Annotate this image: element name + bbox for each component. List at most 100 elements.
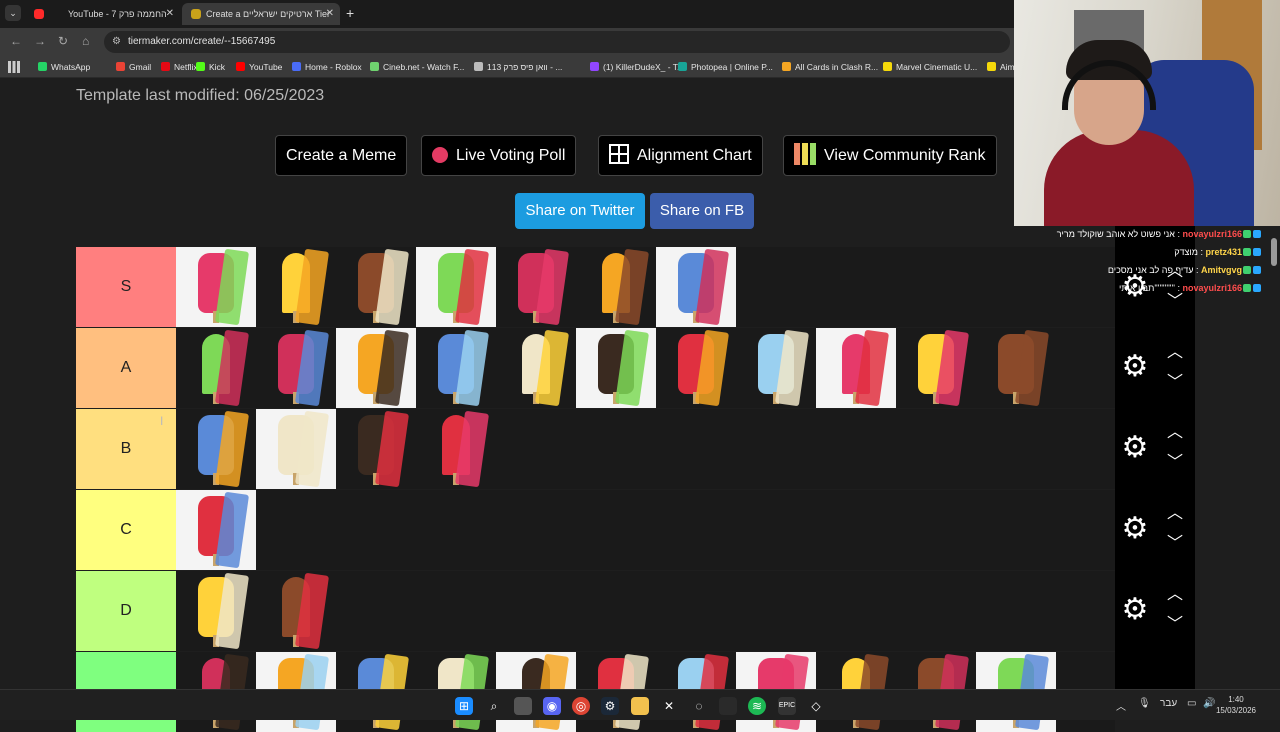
tier-d-settings-gear-icon[interactable]: ⚙	[1119, 594, 1151, 626]
tier-d-move-up-icon[interactable]: ︿	[1163, 587, 1187, 603]
bookmark-aim[interactable]: Aim	[987, 60, 1015, 74]
ice-cream-item[interactable]	[176, 409, 256, 489]
url-input[interactable]: ⚙ tiermaker.com/create/--15667495	[104, 31, 1010, 53]
system-clock[interactable]: 1:40 15/03/2026	[1216, 694, 1256, 716]
bookmark-marvel[interactable]: Marvel Cinematic U...	[883, 60, 977, 74]
ice-cream-item[interactable]	[256, 571, 336, 651]
language-indicator[interactable]: עבר	[1160, 698, 1177, 709]
tier-label[interactable]: A	[76, 328, 176, 408]
page-scrollbar[interactable]	[1268, 228, 1280, 689]
share-twitter-button[interactable]: Share on Twitter	[515, 193, 645, 229]
tab-search-icon[interactable]: ⌄	[5, 5, 21, 21]
bookmark-kick[interactable]: Kick	[196, 60, 225, 74]
spotify-icon[interactable]: ≋	[748, 697, 766, 715]
ice-cream-item[interactable]	[416, 247, 496, 327]
bookmark-cineb[interactable]: Cineb.net - Watch F...	[370, 60, 464, 74]
tab-youtube[interactable]: YouTube - החממה פרק 7 ✕	[28, 3, 180, 25]
new-tab-plus-icon[interactable]: +	[346, 5, 354, 21]
ice-cream-item[interactable]	[176, 328, 256, 408]
ice-cream-item[interactable]	[256, 328, 336, 408]
tier-b-settings-gear-icon[interactable]: ⚙	[1119, 432, 1151, 464]
ice-cream-item[interactable]	[176, 571, 256, 651]
windows-start-icon[interactable]: ⊞	[455, 697, 473, 715]
tier-c-move-up-icon[interactable]: ︿	[1163, 506, 1187, 522]
ice-cream-item[interactable]	[496, 247, 576, 327]
ice-cream-item[interactable]	[176, 490, 256, 570]
tier-items-area[interactable]	[176, 328, 1115, 408]
bookmark-youtube[interactable]: YouTube	[236, 60, 282, 74]
file-explorer-icon[interactable]	[631, 697, 649, 715]
ice-cream-item[interactable]	[576, 328, 656, 408]
bookmark-whatsapp[interactable]: WhatsApp	[38, 60, 90, 74]
ice-cream-item[interactable]	[496, 328, 576, 408]
reload-icon[interactable]: ↻	[58, 34, 68, 48]
ice-cream-item[interactable]	[416, 409, 496, 489]
ice-cream-item[interactable]	[256, 409, 336, 489]
app-icon[interactable]	[719, 697, 737, 715]
ice-cream-item[interactable]	[896, 328, 976, 408]
tier-label[interactable]: S	[76, 247, 176, 327]
app-diamond-icon[interactable]: ◇	[807, 697, 825, 715]
bookmark-netflix[interactable]: Netflix	[161, 60, 198, 74]
tier-label[interactable]: D	[76, 571, 176, 651]
tab-tiermaker[interactable]: Create a ארטיקים ישראליים Tier ✕	[182, 3, 340, 25]
bookmark-clash[interactable]: All Cards in Clash R...	[782, 60, 878, 74]
epic-games-icon[interactable]: EPIC	[778, 697, 796, 715]
tier-d-move-down-icon[interactable]: ﹀	[1163, 617, 1187, 633]
volume-icon[interactable]: 🔊	[1203, 698, 1215, 709]
obs-icon[interactable]: ◌	[690, 697, 708, 715]
back-arrow-icon[interactable]: ←	[10, 34, 22, 48]
tier-c-settings-gear-icon[interactable]: ⚙	[1119, 513, 1151, 545]
ice-cream-item[interactable]	[416, 328, 496, 408]
scrollbar-thumb[interactable]	[1271, 238, 1277, 266]
ice-cream-item[interactable]	[336, 409, 416, 489]
bookmark-roblox[interactable]: Home - Roblox	[292, 60, 362, 74]
live-voting-poll-button[interactable]: Live Voting Poll	[421, 135, 577, 176]
bookmark-twitch[interactable]: (1) KillerDudeX_ - T...	[590, 60, 684, 74]
tier-c-move-down-icon[interactable]: ﹀	[1163, 536, 1187, 552]
network-icon[interactable]: ▭	[1187, 698, 1196, 709]
tier-a-settings-gear-icon[interactable]: ⚙	[1119, 351, 1151, 383]
tier-items-area[interactable]	[176, 247, 1115, 327]
tier-items-area[interactable]	[176, 571, 1115, 651]
discord-icon[interactable]: ◉	[543, 697, 561, 715]
tier-a-move-up-icon[interactable]: ︿	[1163, 345, 1187, 361]
apps-grid-icon[interactable]	[8, 61, 20, 73]
ice-cream-item[interactable]	[336, 328, 416, 408]
bookmark-globe[interactable]: וואן פיס פרק 113 - ...	[474, 60, 562, 74]
ice-cream-item[interactable]	[656, 247, 736, 327]
task-view-icon[interactable]	[514, 697, 532, 715]
ice-cream-item[interactable]	[256, 247, 336, 327]
search-icon[interactable]: ⌕	[485, 697, 503, 715]
ice-cream-item[interactable]	[656, 328, 736, 408]
tier-items-area[interactable]	[176, 490, 1115, 570]
create-meme-button[interactable]: Create a Meme	[275, 135, 408, 176]
chat-username: novayulzri166	[1182, 229, 1242, 239]
tier-b-move-up-icon[interactable]: ︿	[1163, 425, 1187, 441]
alignment-chart-button[interactable]: Alignment Chart	[598, 135, 763, 176]
ice-cream-item[interactable]	[336, 247, 416, 327]
chrome-icon[interactable]: ◎	[572, 697, 590, 715]
ice-cream-item[interactable]	[976, 328, 1056, 408]
share-facebook-button[interactable]: Share on FB	[650, 193, 754, 229]
ice-cream-item[interactable]	[816, 328, 896, 408]
home-icon[interactable]: ⌂	[82, 34, 89, 48]
capcut-icon[interactable]: ✕	[660, 697, 678, 715]
ice-cream-item[interactable]	[576, 247, 656, 327]
view-community-rank-button[interactable]: View Community Rank	[783, 135, 997, 176]
close-tab-icon[interactable]: ✕	[166, 3, 174, 25]
steam-icon[interactable]: ⚙	[601, 697, 619, 715]
tray-chevron-icon[interactable]: ︿	[1116, 698, 1126, 713]
close-tab-icon[interactable]: ✕	[326, 3, 334, 25]
tier-b-move-down-icon[interactable]: ﹀	[1163, 455, 1187, 471]
ice-cream-item[interactable]	[176, 247, 256, 327]
microphone-icon[interactable]: 🎙	[1138, 698, 1151, 709]
site-info-icon[interactable]: ⚙	[112, 31, 121, 53]
bookmark-gmail[interactable]: Gmail	[116, 60, 151, 74]
ice-cream-item[interactable]	[736, 328, 816, 408]
bookmark-photopea[interactable]: Photopea | Online P...	[678, 60, 773, 74]
forward-arrow-icon[interactable]: →	[34, 34, 46, 48]
tier-label[interactable]: C	[76, 490, 176, 570]
tier-a-move-down-icon[interactable]: ﹀	[1163, 375, 1187, 391]
tier-items-area[interactable]	[176, 409, 1115, 489]
